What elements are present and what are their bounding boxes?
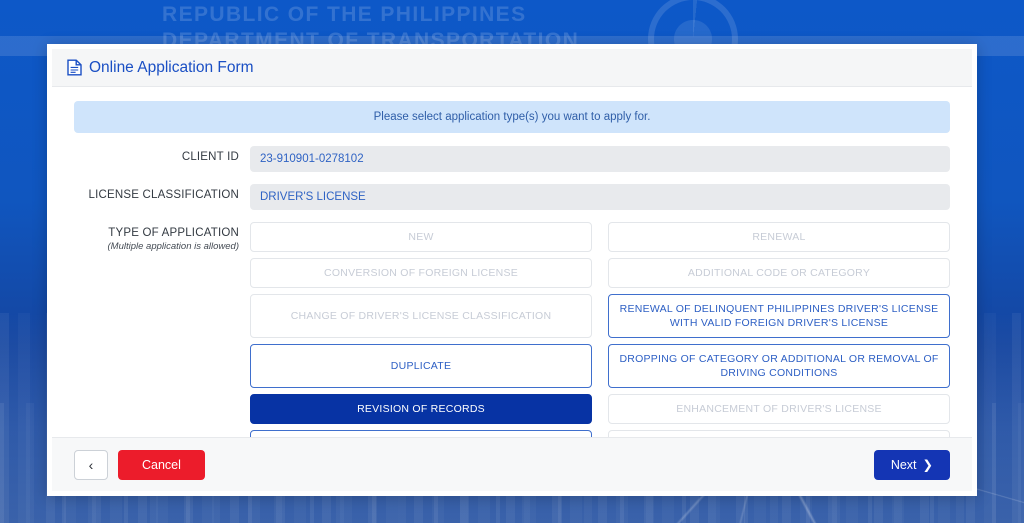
online-application-form-modal: Online Application Form Please select ap… bbox=[47, 44, 977, 496]
back-button[interactable]: ‹ bbox=[74, 449, 108, 480]
chevron-right-icon: ❯ bbox=[922, 458, 933, 472]
license-classification-row: LICENSE CLASSIFICATION DRIVER'S LICENSE bbox=[74, 184, 950, 210]
license-classification-value: DRIVER'S LICENSE bbox=[250, 184, 950, 210]
application-type-button[interactable]: DROPPING OF CATEGORY OR ADDITIONAL OR RE… bbox=[608, 344, 950, 388]
type-of-application-label: TYPE OF APPLICATION (Multiple applicatio… bbox=[74, 222, 250, 252]
application-type-button[interactable]: DUPLICATE bbox=[250, 344, 592, 388]
cancel-button[interactable]: Cancel bbox=[118, 449, 205, 480]
application-type-button: RENEWAL bbox=[608, 222, 950, 252]
client-id-value: 23-910901-0278102 bbox=[250, 146, 950, 172]
application-type-button: NEW bbox=[250, 222, 592, 252]
modal-title: Online Application Form bbox=[89, 58, 254, 76]
application-type-grid: NEW RENEWAL CONVERSION OF FOREIGN LICENSE A… bbox=[250, 222, 950, 437]
chevron-left-icon: ‹ bbox=[88, 456, 94, 473]
application-type-button: CHANGE OF DRIVER'S LICENSE CLASSIFICATIO… bbox=[250, 294, 592, 338]
agency-banner-line1: REPUBLIC OF THE PHILIPPINES bbox=[162, 3, 527, 26]
license-classification-label: LICENSE CLASSIFICATION bbox=[88, 189, 239, 201]
document-icon bbox=[67, 59, 82, 76]
modal-header: Online Application Form bbox=[52, 49, 972, 87]
instruction-banner: Please select application type(s) you wa… bbox=[74, 101, 950, 133]
application-type-button[interactable]: REVISION OF RECORDS bbox=[250, 394, 592, 424]
application-type-button: ENHANCEMENT OF DRIVER'S LICENSE bbox=[608, 394, 950, 424]
next-button[interactable]: Next ❯ bbox=[873, 449, 950, 480]
modal-body: Please select application type(s) you wa… bbox=[52, 87, 972, 437]
application-type-button[interactable]: RENEWAL OF DELINQUENT PHILIPPINES DRIVER… bbox=[608, 294, 950, 338]
modal-footer: ‹ Cancel Next ❯ bbox=[52, 437, 972, 491]
type-of-application-sublabel: (Multiple application is allowed) bbox=[107, 241, 239, 252]
application-type-button[interactable]: CHANGE OF CLUTCH TYPE bbox=[250, 430, 592, 437]
next-button-label: Next bbox=[890, 457, 917, 472]
application-type-button: ADDITIONAL CODE OR CATEGORY bbox=[608, 258, 950, 288]
type-of-application-label-text: TYPE OF APPLICATION bbox=[108, 227, 239, 239]
type-of-application-row: TYPE OF APPLICATION (Multiple applicatio… bbox=[74, 222, 950, 437]
application-type-button: CONVERSION OF FOREIGN LICENSE bbox=[250, 258, 592, 288]
application-type-button: OVERSEAS FILIPINO WORKER DRIVER'S LICENS… bbox=[608, 430, 950, 437]
client-id-label: CLIENT ID bbox=[181, 151, 239, 163]
client-id-row: CLIENT ID 23-910901-0278102 bbox=[74, 146, 950, 172]
